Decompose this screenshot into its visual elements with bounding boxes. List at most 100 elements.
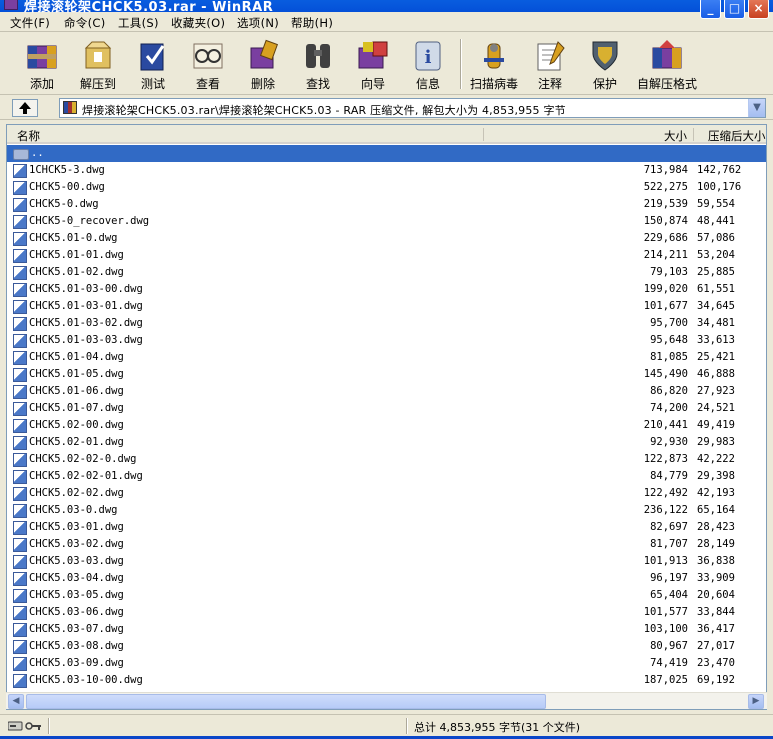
file-row[interactable]: CHCK5.03-07.dwg 103,100 36,417 [7, 621, 766, 638]
file-row[interactable]: CHCK5.01-03-02.dwg 95,700 34,481 [7, 315, 766, 332]
menu-help[interactable]: 帮助(H) [291, 15, 333, 31]
file-row[interactable]: CHCK5.03-08.dwg 80,967 27,017 [7, 638, 766, 655]
file-name: CHCK5.03-01.dwg [29, 521, 124, 533]
sfx-button[interactable]: 自解压格式 [632, 35, 702, 93]
file-row[interactable]: 1CHCK5-3.dwg 713,984 142,762 [7, 162, 766, 179]
file-size: 86,820 [650, 385, 688, 397]
file-row[interactable]: CHCK5.01-05.dwg 145,490 46,888 [7, 366, 766, 383]
test-button[interactable]: 测试 [125, 35, 181, 93]
toolbar: 添加 解压到 测试 查看 删除 查找 向导 i 信息 扫描病毒 注释 保护 自解… [0, 33, 773, 95]
file-list[interactable]: 名称 大小 压缩后大小 .. 1CHCK5-3.dwg 713,984 142,76… [6, 124, 767, 710]
file-size: 95,700 [650, 317, 688, 329]
file-row[interactable]: CHCK5.01-07.dwg 74,200 24,521 [7, 400, 766, 417]
file-row[interactable]: CHCK5.03-10-00.dwg 187,025 69,192 [7, 672, 766, 689]
file-row[interactable]: CHCK5.03-06.dwg 101,577 33,844 [7, 604, 766, 621]
up-folder-button[interactable] [12, 99, 38, 117]
parent-folder-row[interactable]: .. [7, 145, 766, 162]
file-size: 199,020 [643, 283, 688, 295]
file-row[interactable]: CHCK5.01-03-01.dwg 101,677 34,645 [7, 298, 766, 315]
file-packed-size: 25,421 [697, 351, 735, 363]
file-row[interactable]: CHCK5.01-04.dwg 81,085 25,421 [7, 349, 766, 366]
file-row[interactable]: CHCK5-00.dwg 522,275 100,176 [7, 179, 766, 196]
column-divider[interactable] [693, 128, 694, 141]
wizard-button[interactable]: 向导 [345, 35, 401, 93]
sfx-icon [652, 40, 682, 69]
file-row[interactable]: CHCK5.02-02-0.dwg 122,873 42,222 [7, 451, 766, 468]
column-size[interactable]: 大小 [664, 128, 687, 144]
folder-icon [13, 149, 29, 160]
chevron-down-icon[interactable]: ▼ [748, 99, 765, 117]
protect-button[interactable]: 保护 [577, 35, 633, 93]
file-packed-size: 33,844 [697, 606, 735, 618]
svg-text:i: i [425, 47, 432, 68]
file-row[interactable]: CHCK5.03-04.dwg 96,197 33,909 [7, 570, 766, 587]
file-name: CHCK5.01-0.dwg [29, 232, 118, 244]
file-name: CHCK5.02-01.dwg [29, 436, 124, 448]
file-row[interactable]: CHCK5.01-03-00.dwg 199,020 61,551 [7, 281, 766, 298]
file-name: CHCK5.03-03.dwg [29, 555, 124, 567]
column-divider[interactable] [483, 128, 484, 141]
file-name: CHCK5.03-0.dwg [29, 504, 118, 516]
file-row[interactable]: CHCK5.03-05.dwg 65,404 20,604 [7, 587, 766, 604]
file-row[interactable]: CHCK5.02-02.dwg 122,492 42,193 [7, 485, 766, 502]
file-packed-size: 100,176 [697, 181, 742, 193]
file-packed-size: 34,645 [697, 300, 735, 312]
horizontal-scrollbar[interactable]: ◀ ▶ [6, 692, 767, 709]
comment-button[interactable]: 注释 [522, 35, 578, 93]
file-size: 81,707 [650, 538, 688, 550]
file-row[interactable]: CHCK5-0.dwg 219,539 59,554 [7, 196, 766, 213]
menu-options[interactable]: 选项(N) [237, 15, 279, 31]
file-row[interactable]: CHCK5.01-0.dwg 229,686 57,086 [7, 230, 766, 247]
column-name[interactable]: 名称 [17, 128, 40, 144]
file-row[interactable]: CHCK5.01-01.dwg 214,211 53,204 [7, 247, 766, 264]
delete-button[interactable]: 删除 [235, 35, 291, 93]
file-row[interactable]: CHCK5.02-02-01.dwg 84,779 29,398 [7, 468, 766, 485]
file-row[interactable]: CHCK5.01-06.dwg 86,820 27,923 [7, 383, 766, 400]
menu-favorites[interactable]: 收藏夹(O) [171, 15, 225, 31]
path-combobox[interactable]: 焊接滚轮架CHCK5.03.rar\焊接滚轮架CHCK5.03 - RAR 压缩… [59, 98, 766, 118]
file-row[interactable]: CHCK5.03-01.dwg 82,697 28,423 [7, 519, 766, 536]
file-name: CHCK5.02-00.dwg [29, 419, 124, 431]
extract-to-label: 解压到 [79, 77, 116, 91]
file-name: CHCK5-0_recover.dwg [29, 215, 150, 227]
info-label: 信息 [415, 77, 440, 91]
file-row[interactable]: CHCK5.01-02.dwg 79,103 25,885 [7, 264, 766, 281]
dwg-file-icon [13, 674, 27, 688]
file-size: 145,490 [643, 368, 688, 380]
dwg-file-icon [13, 470, 27, 484]
column-packed-size[interactable]: 压缩后大小 [708, 128, 766, 144]
extract-icon [84, 41, 112, 69]
file-packed-size: 27,017 [697, 640, 735, 652]
file-name: CHCK5.03-07.dwg [29, 623, 124, 635]
file-row[interactable]: CHCK5.03-0.dwg 236,122 65,164 [7, 502, 766, 519]
file-row[interactable]: CHCK5.02-00.dwg 210,441 49,419 [7, 417, 766, 434]
info-button[interactable]: i 信息 [400, 35, 456, 93]
drive-key-icon [8, 721, 41, 731]
add-button[interactable]: 添加 [14, 35, 70, 93]
view-button[interactable]: 查看 [180, 35, 236, 93]
file-row[interactable]: CHCK5.03-03.dwg 101,913 36,838 [7, 553, 766, 570]
find-button[interactable]: 查找 [290, 35, 346, 93]
file-name: CHCK5.03-10-00.dwg [29, 674, 143, 686]
extract-to-button[interactable]: 解压到 [70, 35, 126, 93]
rar-archive-icon [63, 101, 77, 114]
file-name: CHCK5.01-03-00.dwg [29, 283, 143, 295]
scrollbar-thumb[interactable] [26, 694, 546, 709]
file-row[interactable]: CHCK5.02-01.dwg 92,930 29,983 [7, 434, 766, 451]
dwg-file-icon [13, 555, 27, 569]
menu-commands[interactable]: 命令(C) [64, 15, 106, 31]
file-name: CHCK5-0.dwg [29, 198, 99, 210]
file-packed-size: 36,838 [697, 555, 735, 567]
scroll-left-icon[interactable]: ◀ [8, 694, 24, 709]
file-row[interactable]: CHCK5.01-03-03.dwg 95,648 33,613 [7, 332, 766, 349]
title-bar[interactable]: 焊接滚轮架CHCK5.03.rar - WinRAR _ □ × [0, 0, 773, 19]
menu-file[interactable]: 文件(F) [10, 15, 50, 31]
scroll-right-icon[interactable]: ▶ [748, 694, 764, 709]
virus-scan-button[interactable]: 扫描病毒 [466, 35, 522, 93]
view-label: 查看 [195, 77, 220, 91]
file-row[interactable]: CHCK5.03-02.dwg 81,707 28,149 [7, 536, 766, 553]
file-row[interactable]: CHCK5-0_recover.dwg 150,874 48,441 [7, 213, 766, 230]
dwg-file-icon [13, 385, 27, 399]
menu-tools[interactable]: 工具(S) [118, 15, 159, 31]
file-row[interactable]: CHCK5.03-09.dwg 74,419 23,470 [7, 655, 766, 672]
